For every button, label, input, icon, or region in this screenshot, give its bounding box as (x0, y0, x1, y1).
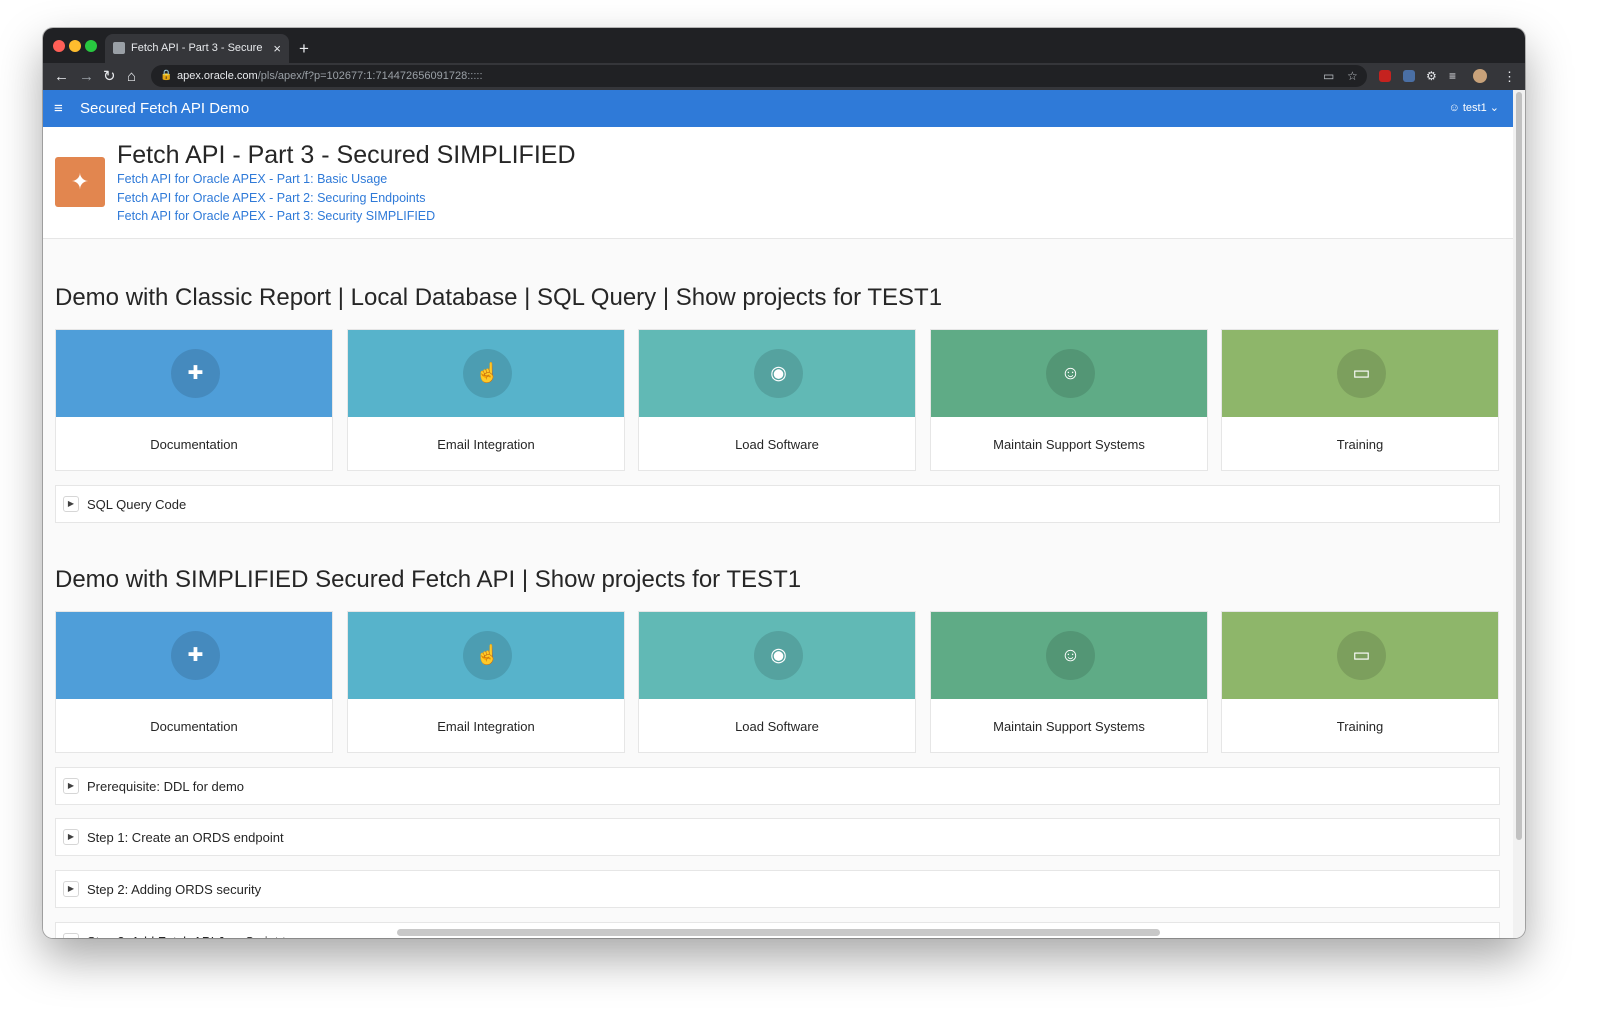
collapsible-step-2[interactable]: ▶ Step 2: Adding ORDS security (55, 870, 1500, 908)
section-title-classic-report: Demo with Classic Report | Local Databas… (55, 284, 942, 312)
collapsible-label: Prerequisite: DDL for demo (87, 768, 244, 806)
card-load-software[interactable]: ◉ Load Software (638, 329, 916, 471)
app-header: ≡ Secured Fetch API Demo ☺ test1 ⌄ (43, 90, 1513, 127)
collapsible-prerequisite[interactable]: ▶ Prerequisite: DDL for demo (55, 767, 1500, 805)
browser-window: Fetch API - Part 3 - Secured SI × + ← → … (43, 28, 1525, 938)
card-label: Documentation (56, 699, 332, 754)
card-maintain-support-systems[interactable]: ☺ Maintain Support Systems (930, 611, 1208, 753)
card-label: Email Integration (348, 417, 624, 472)
chevron-down-icon: ⌄ (1490, 102, 1499, 114)
expand-triangle-icon[interactable]: ▶ (63, 881, 79, 897)
profile-avatar[interactable] (1473, 69, 1487, 83)
user-name: test1 (1463, 102, 1487, 114)
link-part-2[interactable]: Fetch API for Oracle APEX - Part 2: Secu… (117, 191, 425, 205)
vertical-scrollbar[interactable] (1513, 90, 1525, 938)
card-label: Training (1222, 417, 1498, 472)
new-tab-button[interactable]: + (299, 34, 309, 63)
record-icon: ◉ (754, 631, 803, 680)
hand-icon: ☝ (463, 349, 512, 398)
card-maintain-support-systems[interactable]: ☺ Maintain Support Systems (930, 329, 1208, 471)
card-label: Email Integration (348, 699, 624, 754)
cast-icon[interactable]: ▭ (1323, 65, 1334, 87)
ambulance-icon: ✚ (171, 349, 220, 398)
url-text: apex.oracle.com/pls/apex/f?p=102677:1:71… (177, 65, 483, 87)
card-label: Maintain Support Systems (931, 417, 1207, 472)
favicon-icon (113, 42, 125, 54)
smiley-icon: ☺ (1046, 631, 1095, 680)
card-training[interactable]: ▭ Training (1221, 611, 1499, 753)
menu-icon[interactable]: ⋮ (1503, 63, 1516, 90)
page-content: ✦ Fetch API - Part 3 - Secured SIMPLIFIE… (43, 127, 1513, 938)
url-host: apex.oracle.com (177, 70, 258, 82)
card-documentation[interactable]: ✚ Documentation (55, 329, 333, 471)
card-label: Training (1222, 699, 1498, 754)
card-email-integration[interactable]: ☝ Email Integration (347, 611, 625, 753)
expand-triangle-icon[interactable]: ▶ (63, 496, 79, 512)
link-part-1[interactable]: Fetch API for Oracle APEX - Part 1: Basi… (117, 172, 387, 186)
app-title[interactable]: Secured Fetch API Demo (80, 90, 249, 127)
credit-card-icon: ▭ (1337, 349, 1386, 398)
collapsible-step-1[interactable]: ▶ Step 1: Create an ORDS endpoint (55, 818, 1500, 856)
card-label: Load Software (639, 417, 915, 472)
card-label: Load Software (639, 699, 915, 754)
record-icon: ◉ (754, 349, 803, 398)
credit-card-icon: ▭ (1337, 631, 1386, 680)
lock-icon[interactable]: 🔒 (160, 65, 172, 87)
url-path: /pls/apex/f?p=102677:1:714472656091728::… (258, 70, 483, 82)
tab-strip: Fetch API - Part 3 - Secured SI × + (43, 28, 1525, 63)
back-icon[interactable]: ← (54, 63, 69, 90)
collapsible-label: Step 3: Add Fetch API JavaScript to your… (87, 923, 354, 938)
hand-icon: ☝ (463, 631, 512, 680)
scrollbar-thumb[interactable] (1516, 92, 1522, 840)
card-label: Documentation (56, 417, 332, 472)
user-icon: ☺ (1449, 102, 1460, 114)
horizontal-scrollbar[interactable] (397, 929, 1160, 936)
card-email-integration[interactable]: ☝ Email Integration (347, 329, 625, 471)
home-icon[interactable]: ⌂ (127, 63, 136, 90)
close-window-button[interactable] (53, 40, 65, 52)
address-bar[interactable]: 🔒 apex.oracle.com/pls/apex/f?p=102677:1:… (151, 65, 1367, 87)
star-icon[interactable]: ☆ (1347, 65, 1358, 87)
link-part-3[interactable]: Fetch API for Oracle APEX - Part 3: Secu… (117, 209, 435, 223)
expand-triangle-icon[interactable]: ▶ (63, 933, 79, 938)
tab-title: Fetch API - Part 3 - Secured SI (131, 34, 263, 63)
reading-list-icon[interactable]: ≡ (1449, 63, 1456, 90)
tab-close-icon[interactable]: × (273, 34, 281, 63)
page-title: Fetch API - Part 3 - Secured SIMPLIFIED (117, 141, 576, 170)
card-label: Maintain Support Systems (931, 699, 1207, 754)
browser-toolbar: ← → ↻ ⌂ 🔒 apex.oracle.com/pls/apex/f?p=1… (43, 63, 1525, 90)
card-load-software[interactable]: ◉ Load Software (638, 611, 916, 753)
extensions-icon[interactable]: ⚙ (1426, 63, 1437, 90)
hamburger-menu-icon[interactable]: ≡ (54, 90, 63, 127)
browser-tab[interactable]: Fetch API - Part 3 - Secured SI × (105, 34, 289, 63)
ambulance-icon: ✚ (171, 631, 220, 680)
collapsible-label: Step 1: Create an ORDS endpoint (87, 819, 284, 857)
collapsible-sql-query-code[interactable]: ▶ SQL Query Code (55, 485, 1500, 523)
card-documentation[interactable]: ✚ Documentation (55, 611, 333, 753)
minimize-window-button[interactable] (69, 40, 81, 52)
smiley-icon: ☺ (1046, 349, 1095, 398)
expand-triangle-icon[interactable]: ▶ (63, 829, 79, 845)
collapsible-label: Step 2: Adding ORDS security (87, 871, 261, 909)
hero-region: ✦ Fetch API - Part 3 - Secured SIMPLIFIE… (43, 127, 1513, 239)
reload-icon[interactable]: ↻ (103, 63, 116, 90)
rocket-icon: ✦ (55, 157, 105, 207)
section-title-fetch-api: Demo with SIMPLIFIED Secured Fetch API |… (55, 566, 801, 594)
extension-ublock-icon[interactable] (1379, 70, 1391, 82)
extension-icon[interactable] (1403, 70, 1415, 82)
maximize-window-button[interactable] (85, 40, 97, 52)
forward-icon[interactable]: → (79, 63, 94, 90)
user-menu[interactable]: ☺ test1 ⌄ (1449, 90, 1499, 127)
collapsible-label: SQL Query Code (87, 486, 186, 524)
expand-triangle-icon[interactable]: ▶ (63, 778, 79, 794)
card-training[interactable]: ▭ Training (1221, 329, 1499, 471)
